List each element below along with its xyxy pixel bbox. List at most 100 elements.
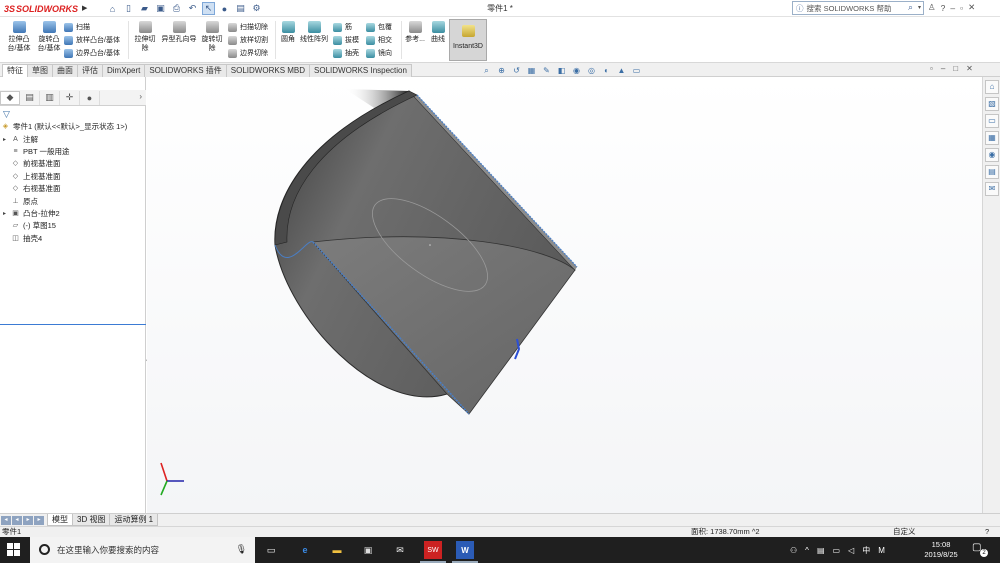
- appearances-icon[interactable]: ◉: [985, 148, 999, 162]
- tab-3d-view[interactable]: 3D 视图: [72, 514, 111, 526]
- forum-icon[interactable]: ✉: [985, 182, 999, 196]
- display-manager-tab-icon[interactable]: ●: [80, 90, 100, 105]
- rib-button[interactable]: 筋: [333, 21, 359, 34]
- lofted-cut-button[interactable]: 放样切割: [228, 34, 268, 47]
- doc-restore-icon[interactable]: ▫: [930, 64, 933, 73]
- shell-button[interactable]: 抽壳: [333, 47, 359, 60]
- feature-manager-tab-icon[interactable]: ◆: [0, 90, 20, 105]
- section-view-icon[interactable]: ▦: [526, 65, 537, 76]
- loft-button[interactable]: 放样凸台/基体: [64, 34, 120, 47]
- taskbar-clock[interactable]: 15:08 2019/8/25: [915, 540, 967, 560]
- property-manager-tab-icon[interactable]: ▤: [20, 90, 40, 105]
- people-icon[interactable]: ⚇: [790, 546, 797, 555]
- status-help-icon[interactable]: ?: [985, 527, 989, 537]
- tab-addins[interactable]: SOLIDWORKS 插件: [144, 64, 227, 77]
- help-menu-icon[interactable]: ?: [941, 3, 946, 13]
- file-explorer-icon[interactable]: ▭: [985, 114, 999, 128]
- file-explorer-taskbar-icon[interactable]: ▬: [328, 541, 346, 559]
- tree-item[interactable]: ≡ PBT 一般用途: [0, 146, 146, 158]
- configuration-manager-tab-icon[interactable]: ▥: [40, 90, 60, 105]
- menu-expand-arrow-icon[interactable]: ▶: [82, 4, 90, 14]
- word-taskbar-icon[interactable]: W: [452, 541, 478, 563]
- shelled-half-cylinder-model[interactable]: [147, 77, 982, 513]
- edge-browser-icon[interactable]: e: [296, 541, 314, 559]
- tab-evaluate[interactable]: 评估: [77, 64, 103, 77]
- tree-item[interactable]: ⊥ 原点: [0, 195, 146, 207]
- select-icon[interactable]: ↖: [202, 2, 215, 15]
- display-style-icon[interactable]: ◉: [571, 65, 582, 76]
- tab-sketch[interactable]: 草图: [27, 64, 53, 77]
- save-icon[interactable]: ▣: [154, 2, 167, 15]
- swept-cut-button[interactable]: 扫描切除: [228, 21, 268, 34]
- windows-start-icon[interactable]: [7, 543, 21, 557]
- tab-dimxpert[interactable]: DimXpert: [102, 64, 146, 77]
- help-search-input[interactable]: ⓘ 搜索 SOLIDWORKS 帮助 ⌕ ▾: [792, 1, 924, 15]
- view-settings-icon[interactable]: ▭: [631, 65, 642, 76]
- tab-motion-study[interactable]: 运动算例 1: [109, 514, 159, 526]
- tree-expand-icon[interactable]: ▸: [3, 134, 9, 146]
- network-icon[interactable]: ▤: [817, 546, 825, 555]
- boundary-boss-button[interactable]: 边界凸台/基体: [64, 47, 120, 60]
- extrude-boss-button[interactable]: 拉伸凸 台/基体: [4, 21, 34, 53]
- edit-appearance-icon[interactable]: ◐: [601, 65, 612, 76]
- wrap-button[interactable]: 包覆: [366, 21, 392, 34]
- sweep-button[interactable]: 扫描: [64, 21, 120, 34]
- previous-view-icon[interactable]: ↺: [511, 65, 522, 76]
- revolve-boss-button[interactable]: 旋转凸 台/基体: [34, 21, 64, 53]
- tree-item[interactable]: ▸ A 注解: [0, 133, 146, 145]
- intersect-button[interactable]: 相交: [366, 34, 392, 47]
- first-tab-icon[interactable]: ◂: [1, 516, 11, 525]
- solidworks-resources-icon[interactable]: ⌂: [985, 80, 999, 94]
- view-palette-icon[interactable]: ▦: [985, 131, 999, 145]
- restore-button[interactable]: ▫: [960, 3, 963, 13]
- print-icon[interactable]: ⎙: [170, 2, 183, 15]
- solidworks-logo[interactable]: 3S SOLIDWORKS: [4, 2, 78, 15]
- tree-item[interactable]: ◇ 上视基准面: [0, 171, 146, 183]
- tree-item[interactable]: ◇ 右视基准面: [0, 183, 146, 195]
- mirror-button[interactable]: 镜向: [366, 47, 392, 60]
- view-orientation-icon[interactable]: ◧: [556, 65, 567, 76]
- tab-features[interactable]: 特征: [2, 64, 28, 77]
- ime-language-indicator[interactable]: 中: [862, 545, 870, 556]
- last-tab-icon[interactable]: ▸: [34, 516, 44, 525]
- revolve-cut-button[interactable]: 旋转切 除: [198, 21, 226, 53]
- user-icon[interactable]: ♙: [928, 2, 936, 13]
- hole-wizard-button[interactable]: 异型孔向导: [160, 21, 198, 44]
- next-tab-icon[interactable]: ▸: [23, 516, 33, 525]
- zoom-area-icon[interactable]: ⊕: [496, 65, 507, 76]
- instant3d-button[interactable]: Instant3D: [449, 19, 487, 61]
- new-icon[interactable]: ▯: [122, 2, 135, 15]
- tab-mbd[interactable]: SOLIDWORKS MBD: [225, 64, 311, 77]
- home-icon[interactable]: ⌂: [106, 2, 119, 15]
- dimxpert-manager-tab-icon[interactable]: ✛: [60, 90, 80, 105]
- dynamic-annotation-icon[interactable]: ✎: [541, 65, 552, 76]
- tree-item[interactable]: ◇ 前视基准面: [0, 158, 146, 170]
- hide-show-items-icon[interactable]: ◎: [586, 65, 597, 76]
- linear-pattern-button[interactable]: 线性阵列: [299, 21, 329, 44]
- ime-mode-indicator[interactable]: M: [878, 546, 885, 555]
- chevron-down-icon[interactable]: ▾: [918, 4, 921, 11]
- draft-button[interactable]: 拔模: [333, 34, 359, 47]
- reference-geometry-button[interactable]: 参考...: [403, 21, 427, 44]
- tree-item[interactable]: ◫ 抽壳4: [0, 233, 146, 245]
- task-view-icon[interactable]: ▭: [262, 541, 280, 559]
- custom-properties-icon[interactable]: ▤: [985, 165, 999, 179]
- status-unit-system[interactable]: 自定义: [893, 527, 916, 537]
- prev-tab-icon[interactable]: ◂: [12, 516, 22, 525]
- search-icon[interactable]: ⌕: [908, 2, 913, 13]
- graphics-area[interactable]: [147, 77, 982, 513]
- tab-inspection[interactable]: SOLIDWORKS Inspection: [309, 64, 412, 77]
- tree-item[interactable]: ▱ (-) 草图15: [0, 220, 146, 232]
- battery-icon[interactable]: ▭: [833, 546, 841, 555]
- action-center-icon[interactable]: ▢ 2: [972, 542, 988, 557]
- extrude-cut-button[interactable]: 拉伸切 除: [131, 21, 159, 53]
- rollback-bar[interactable]: [0, 324, 146, 325]
- mail-icon[interactable]: ✉: [391, 541, 409, 559]
- file-props-icon[interactable]: ▤: [234, 2, 247, 15]
- tree-item[interactable]: ▸ ▣ 凸台-拉伸2: [0, 208, 146, 220]
- rebuild-icon[interactable]: ●: [218, 2, 231, 15]
- volume-icon[interactable]: ◁: [848, 546, 854, 555]
- tray-expand-icon[interactable]: ^: [805, 546, 809, 555]
- open-icon[interactable]: ▰: [138, 2, 151, 15]
- pane-expand-icon[interactable]: ›: [139, 92, 142, 101]
